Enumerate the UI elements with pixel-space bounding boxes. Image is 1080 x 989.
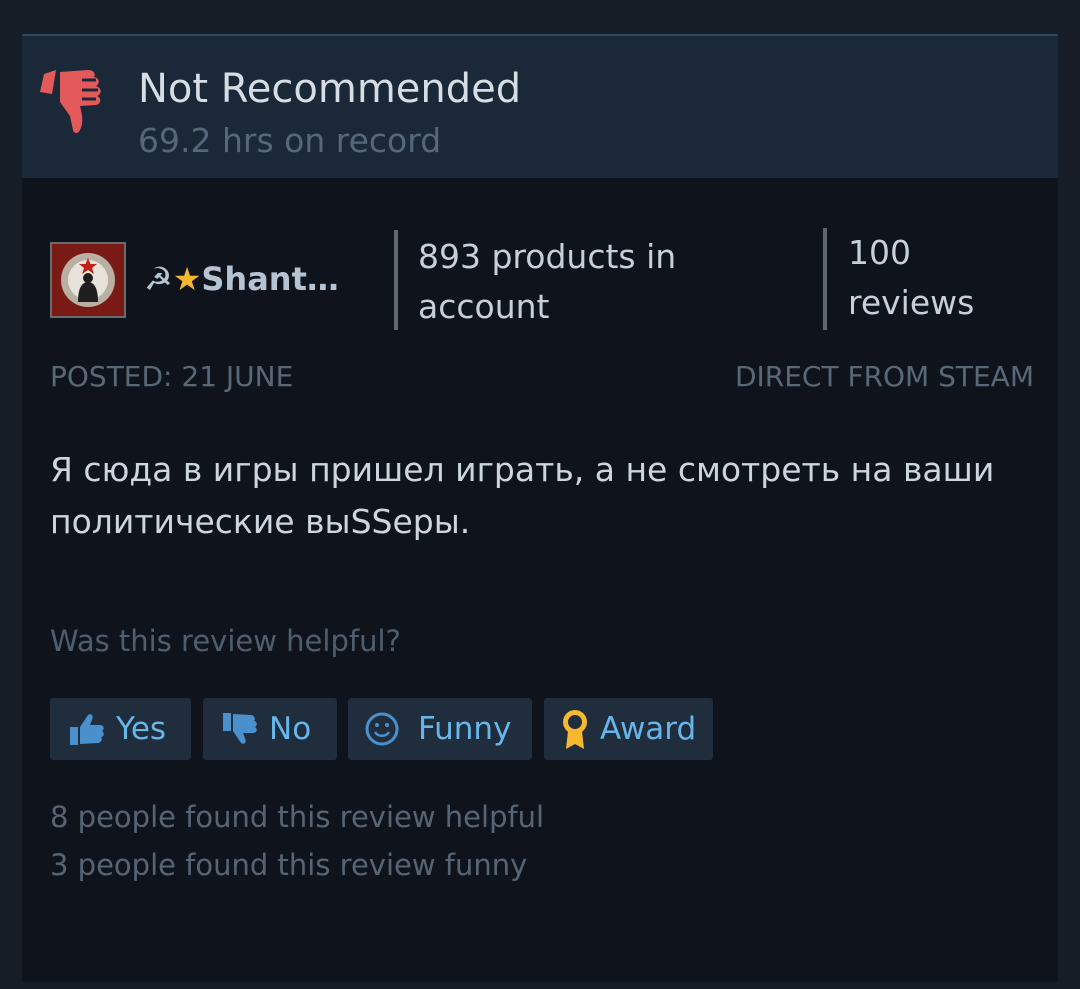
products-line-2: account bbox=[418, 287, 550, 326]
review-header[interactable]: Not Recommended 69.2 hrs on record bbox=[22, 36, 1058, 178]
reviews-line-1: 100 bbox=[848, 233, 911, 272]
award-button[interactable]: Award bbox=[544, 698, 713, 760]
thumbs-down-icon bbox=[223, 713, 257, 744]
funny-count: 3 people found this review funny bbox=[50, 848, 528, 882]
thumbs-up-icon bbox=[70, 714, 104, 745]
funny-label: Funny bbox=[418, 711, 512, 747]
author-name[interactable]: ☭★Shant… bbox=[144, 260, 339, 298]
hours-on-record: 69.2 hrs on record bbox=[138, 121, 442, 160]
award-label: Award bbox=[600, 711, 697, 747]
products-count[interactable]: 893 products in account bbox=[418, 232, 676, 332]
thumbs-down-icon bbox=[40, 70, 101, 133]
hammer-sickle-glyph: ☭ bbox=[144, 260, 173, 298]
helpful-count: 8 people found this review helpful bbox=[50, 800, 545, 834]
reviews-line-2: reviews bbox=[848, 283, 975, 322]
funny-button[interactable]: Funny bbox=[348, 698, 532, 760]
verdict-title: Not Recommended bbox=[138, 66, 522, 112]
posted-date: POSTED: 21 JUNE bbox=[50, 360, 294, 393]
avatar-image bbox=[52, 244, 124, 316]
star-icon: ★ bbox=[172, 260, 202, 298]
award-ribbon-icon bbox=[563, 710, 587, 749]
review-source: DIRECT FROM STEAM bbox=[734, 360, 1034, 393]
no-button[interactable]: No bbox=[203, 698, 337, 760]
yes-button[interactable]: Yes bbox=[50, 698, 191, 760]
yes-label: Yes bbox=[116, 711, 167, 747]
author-name-text: Shant… bbox=[201, 260, 339, 298]
stats-divider-2 bbox=[823, 228, 827, 330]
products-line-1: 893 products in bbox=[418, 237, 677, 276]
no-label: No bbox=[269, 711, 312, 747]
reviews-count[interactable]: 100 reviews bbox=[848, 228, 974, 328]
review-text: Я сюда в игры пришел играть, а не смотре… bbox=[50, 450, 995, 541]
avatar[interactable] bbox=[50, 242, 126, 318]
smiley-icon bbox=[365, 712, 399, 746]
helpful-question: Was this review helpful? bbox=[50, 624, 401, 658]
stats-divider-1 bbox=[394, 230, 398, 330]
review-card: Not Recommended 69.2 hrs on record ☭★Sha… bbox=[22, 34, 1058, 982]
